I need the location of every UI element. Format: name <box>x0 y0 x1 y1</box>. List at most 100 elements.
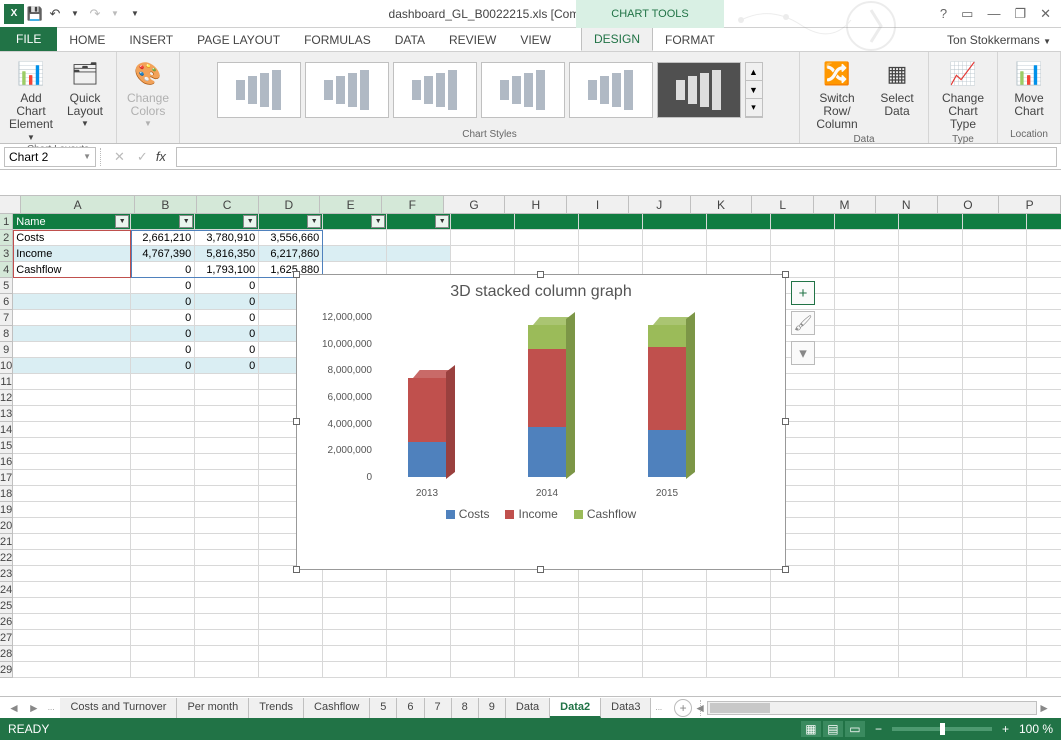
tab-format[interactable]: FORMAT <box>653 29 727 51</box>
cell[interactable] <box>899 502 963 518</box>
cell[interactable] <box>13 502 131 518</box>
change-colors-button[interactable]: 🎨 Change Colors▼ <box>123 58 173 129</box>
cell[interactable] <box>899 406 963 422</box>
row-header[interactable]: 6 <box>0 294 13 310</box>
cell[interactable] <box>771 582 835 598</box>
tab-file[interactable]: FILE <box>0 27 57 51</box>
column-header[interactable]: B <box>135 196 197 213</box>
cell[interactable] <box>451 246 515 262</box>
cell[interactable] <box>1027 470 1061 486</box>
cell[interactable] <box>13 342 131 358</box>
cell[interactable] <box>899 438 963 454</box>
column-header[interactable]: C <box>197 196 259 213</box>
cell[interactable] <box>899 566 963 582</box>
cell[interactable] <box>195 646 259 662</box>
embedded-chart[interactable]: 3D stacked column graph 02,000,0004,000,… <box>296 274 786 570</box>
cell[interactable] <box>963 326 1027 342</box>
zoom-out-button[interactable]: − <box>875 722 882 736</box>
legend-item[interactable]: Income <box>505 507 557 521</box>
cell[interactable]: Costs <box>13 230 131 246</box>
zoom-slider[interactable] <box>892 727 992 731</box>
cell[interactable] <box>195 422 259 438</box>
cell[interactable] <box>451 646 515 662</box>
resize-handle[interactable] <box>537 566 544 573</box>
cell[interactable] <box>963 646 1027 662</box>
cell[interactable] <box>899 326 963 342</box>
chart-segment-income[interactable] <box>648 347 686 430</box>
cell[interactable] <box>515 598 579 614</box>
cell[interactable] <box>1027 598 1061 614</box>
cell[interactable] <box>131 662 195 678</box>
cell[interactable]: 5,816,350 <box>195 246 259 262</box>
cell[interactable] <box>323 614 387 630</box>
sheet-tab[interactable]: Costs and Turnover <box>60 698 177 718</box>
cell[interactable] <box>771 246 835 262</box>
cell[interactable] <box>1027 246 1061 262</box>
cell[interactable] <box>13 582 131 598</box>
chart-column[interactable] <box>397 370 457 477</box>
chart-segment-costs[interactable] <box>648 430 686 477</box>
cell[interactable] <box>963 582 1027 598</box>
cell[interactable] <box>771 646 835 662</box>
row-header[interactable]: 28 <box>0 646 13 662</box>
cell[interactable] <box>899 534 963 550</box>
move-chart-button[interactable]: 📊 Move Chart <box>1004 58 1054 118</box>
chart-segment-cashflow[interactable] <box>528 325 566 349</box>
resize-handle[interactable] <box>293 418 300 425</box>
cell[interactable] <box>13 358 131 374</box>
cell[interactable] <box>451 662 515 678</box>
view-buttons[interactable]: ▦ ▤ ▭ <box>801 721 865 737</box>
row-header[interactable]: 2 <box>0 230 13 246</box>
cell[interactable] <box>963 390 1027 406</box>
cell[interactable]: 0 <box>131 342 195 358</box>
cell[interactable] <box>451 230 515 246</box>
chart-elements-button[interactable]: + <box>791 281 815 305</box>
cell[interactable] <box>1027 454 1061 470</box>
cell[interactable] <box>771 630 835 646</box>
cell[interactable] <box>899 518 963 534</box>
redo-dropdown-icon[interactable]: ▼ <box>106 5 124 23</box>
cell[interactable] <box>963 262 1027 278</box>
cell[interactable]: 20▼ <box>259 214 323 230</box>
cell[interactable] <box>13 422 131 438</box>
cell[interactable] <box>323 598 387 614</box>
chart-title[interactable]: 3D stacked column graph <box>297 275 785 305</box>
cell[interactable]: 6,217,860 <box>259 246 323 262</box>
cell[interactable]: Name▼ <box>13 214 131 230</box>
fx-icon[interactable]: fx <box>156 149 166 164</box>
chart-legend[interactable]: CostsIncomeCashflow <box>297 507 785 521</box>
cell[interactable] <box>643 646 707 662</box>
cell[interactable] <box>13 566 131 582</box>
column-header[interactable]: G <box>444 196 506 213</box>
cell[interactable] <box>835 294 899 310</box>
cell[interactable] <box>13 294 131 310</box>
column-header[interactable]: J <box>629 196 691 213</box>
cell[interactable] <box>835 518 899 534</box>
row-header[interactable]: 15 <box>0 438 13 454</box>
cell[interactable] <box>1027 550 1061 566</box>
cell[interactable]: 0 <box>195 326 259 342</box>
column-header[interactable]: F <box>382 196 444 213</box>
cell[interactable] <box>835 454 899 470</box>
cell[interactable]: Income <box>13 246 131 262</box>
cell[interactable] <box>643 662 707 678</box>
chart-style-nav[interactable]: ▲▼▾ <box>745 62 763 118</box>
column-header[interactable]: E <box>320 196 382 213</box>
legend-item[interactable]: Cashflow <box>574 507 636 521</box>
row-header[interactable]: 5 <box>0 278 13 294</box>
cell[interactable] <box>259 614 323 630</box>
cell[interactable] <box>1027 294 1061 310</box>
cell[interactable] <box>643 214 707 230</box>
cell[interactable] <box>835 246 899 262</box>
page-break-view-icon[interactable]: ▭ <box>845 721 865 737</box>
cell[interactable] <box>259 598 323 614</box>
tab-data[interactable]: DATA <box>383 29 437 51</box>
row-header[interactable]: 9 <box>0 342 13 358</box>
chart-column[interactable] <box>517 317 577 477</box>
spreadsheet-grid[interactable]: ABCDEFGHIJKLMNOP 12345678910111213141516… <box>0 196 1061 696</box>
cell[interactable] <box>963 278 1027 294</box>
cell[interactable] <box>899 374 963 390</box>
switch-row-column-button[interactable]: 🔀 Switch Row/ Column <box>806 58 868 132</box>
cell[interactable] <box>387 614 451 630</box>
scrollbar-thumb[interactable] <box>710 703 770 713</box>
